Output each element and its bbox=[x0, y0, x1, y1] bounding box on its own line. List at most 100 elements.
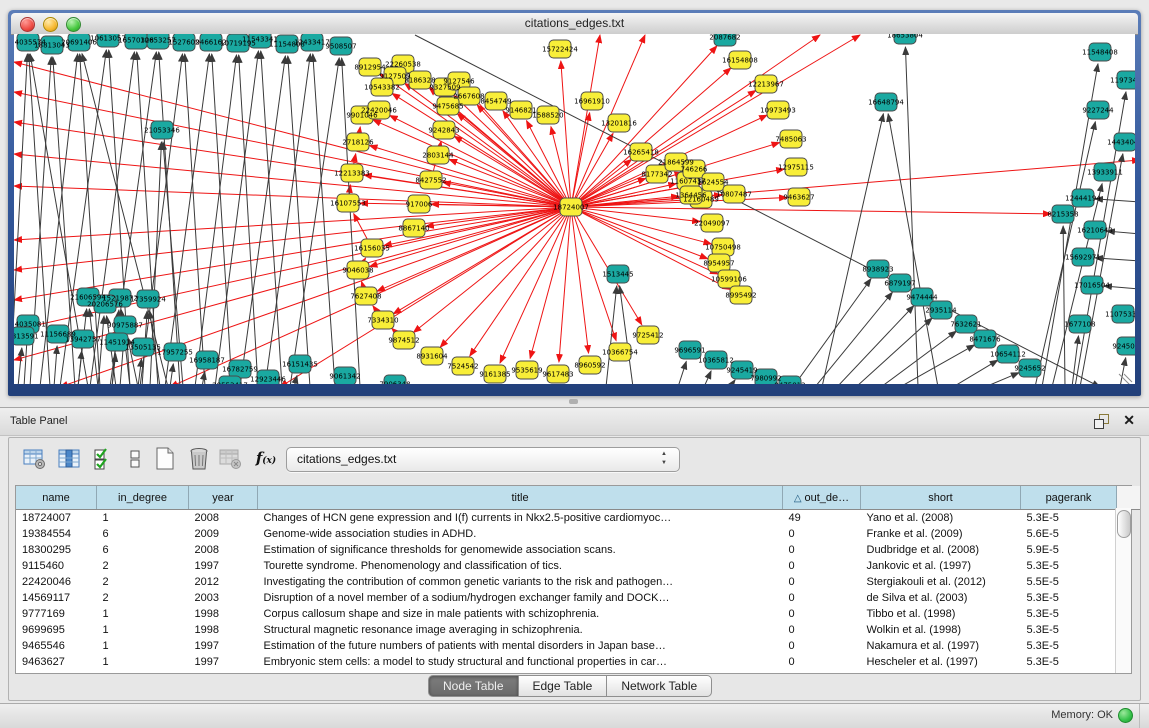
panel-splitter[interactable] bbox=[0, 396, 1149, 407]
cell-in_degree[interactable]: 6 bbox=[97, 542, 189, 558]
cell-pagerank[interactable]: 5.3E-5 bbox=[1021, 590, 1117, 606]
new-table-button[interactable] bbox=[151, 445, 179, 473]
zoom-window-button[interactable] bbox=[66, 17, 81, 32]
graph-edge[interactable] bbox=[454, 136, 571, 207]
graph-edge[interactable] bbox=[678, 361, 686, 384]
cell-title[interactable]: Corpus callosum shape and size in male p… bbox=[258, 606, 783, 622]
cell-out_degree[interactable]: 0 bbox=[783, 526, 861, 542]
cell-in_degree[interactable]: 1 bbox=[97, 654, 189, 670]
graph-edge[interactable] bbox=[571, 207, 718, 274]
cell-title[interactable]: Estimation of the future numbers of pati… bbox=[258, 638, 783, 654]
graph-edge[interactable] bbox=[195, 55, 237, 384]
float-panel-icon[interactable] bbox=[1094, 414, 1109, 429]
cell-title[interactable]: Genome-wide association studies in ADHD. bbox=[258, 526, 783, 542]
cell-short[interactable]: Stergiakouli et al. (2012) bbox=[861, 574, 1021, 590]
cell-in_degree[interactable]: 1 bbox=[97, 510, 189, 527]
cell-year[interactable]: 2003 bbox=[189, 590, 258, 606]
graph-edge[interactable] bbox=[457, 114, 571, 207]
graph-edge[interactable] bbox=[571, 207, 1051, 214]
delete-table-button-disabled[interactable] bbox=[217, 445, 245, 473]
graph-edge[interactable] bbox=[571, 207, 589, 353]
column-header-short[interactable]: short bbox=[861, 486, 1021, 510]
cell-short[interactable]: Dudbridge et al. (2008) bbox=[861, 542, 1021, 558]
delete-button[interactable] bbox=[185, 445, 213, 473]
cell-name[interactable]: 9465546 bbox=[16, 638, 97, 654]
cell-pagerank[interactable]: 5.3E-5 bbox=[1021, 638, 1117, 654]
select-columns-button[interactable] bbox=[55, 445, 83, 473]
close-window-button[interactable] bbox=[20, 17, 35, 32]
graph-edge[interactable] bbox=[239, 55, 258, 384]
cell-pagerank[interactable]: 5.6E-5 bbox=[1021, 526, 1117, 542]
window-titlebar[interactable]: citations_edges.txt bbox=[11, 13, 1138, 35]
graph-edge[interactable] bbox=[14, 186, 571, 207]
graph-edge[interactable] bbox=[313, 54, 335, 384]
graph-edge[interactable] bbox=[449, 159, 571, 207]
graph-edge[interactable] bbox=[905, 47, 918, 384]
cell-pagerank[interactable]: 5.3E-5 bbox=[1021, 558, 1117, 574]
tab-node-table[interactable]: Node Table bbox=[428, 675, 519, 697]
cell-name[interactable]: 18724007 bbox=[16, 510, 97, 527]
cell-year[interactable]: 2008 bbox=[189, 542, 258, 558]
cell-year[interactable]: 1998 bbox=[189, 606, 258, 622]
table-row[interactable]: 1456911722003Disruption of a novel membe… bbox=[16, 590, 1140, 606]
graph-edge[interactable] bbox=[730, 380, 735, 384]
tab-network-table[interactable]: Network Table bbox=[607, 675, 712, 697]
table-selector-dropdown[interactable]: citations_edges.txt ▲▼ bbox=[286, 447, 680, 472]
cell-short[interactable]: Wolkin et al. (1998) bbox=[861, 622, 1021, 638]
table-row[interactable]: 946554611997Estimation of the future num… bbox=[16, 638, 1140, 654]
graph-edge[interactable] bbox=[1095, 258, 1135, 261]
graph-edge[interactable] bbox=[440, 207, 571, 347]
cell-year[interactable]: 1997 bbox=[189, 638, 258, 654]
cell-name[interactable]: 14569117 bbox=[16, 590, 97, 606]
graph-edge[interactable] bbox=[288, 56, 310, 384]
graph-edge[interactable] bbox=[571, 207, 642, 325]
cell-year[interactable]: 1998 bbox=[189, 622, 258, 638]
table-row[interactable]: 977716911998Corpus callosum shape and si… bbox=[16, 606, 1140, 622]
cell-pagerank[interactable]: 5.3E-5 bbox=[1021, 654, 1117, 670]
cell-title[interactable]: Structural magnetic resonance image aver… bbox=[258, 622, 783, 638]
cell-out_degree[interactable]: 0 bbox=[783, 574, 861, 590]
cell-title[interactable]: Investigating the contribution of common… bbox=[258, 574, 783, 590]
cell-short[interactable]: de Silva et al. (2003) bbox=[861, 590, 1021, 606]
column-header-title[interactable]: title bbox=[258, 486, 783, 510]
graph-edge[interactable] bbox=[815, 292, 892, 384]
graph-edge[interactable] bbox=[140, 54, 182, 384]
cell-short[interactable]: Hescheler et al. (1997) bbox=[861, 654, 1021, 670]
cell-short[interactable]: Tibbo et al. (1998) bbox=[861, 606, 1021, 622]
column-header-in_degree[interactable]: in_degree bbox=[97, 486, 189, 510]
table-row[interactable]: 946362711997Embryonic stem cells: a mode… bbox=[16, 654, 1140, 670]
table-row[interactable]: 2242004622012Investigating the contribut… bbox=[16, 574, 1140, 590]
cell-out_degree[interactable]: 0 bbox=[783, 590, 861, 606]
merge-rows-button[interactable] bbox=[121, 445, 149, 473]
cell-out_degree[interactable]: 0 bbox=[783, 558, 861, 574]
graph-edge[interactable] bbox=[1063, 226, 1065, 384]
cell-name[interactable]: 22420046 bbox=[16, 574, 97, 590]
cell-title[interactable]: Tourette syndrome. Phenomenology and cla… bbox=[258, 558, 783, 574]
cell-in_degree[interactable]: 1 bbox=[97, 622, 189, 638]
cell-year[interactable]: 1997 bbox=[189, 558, 258, 574]
graph-edge[interactable] bbox=[571, 207, 711, 244]
table-row[interactable]: 1938455462009Genome-wide association stu… bbox=[16, 526, 1140, 542]
close-panel-icon[interactable]: ✕ bbox=[1123, 412, 1135, 429]
cell-in_degree[interactable]: 2 bbox=[97, 574, 189, 590]
cell-pagerank[interactable]: 5.3E-5 bbox=[1021, 622, 1117, 638]
column-header-out_degree[interactable]: △out_de… bbox=[783, 486, 861, 510]
cell-out_degree[interactable]: 0 bbox=[783, 622, 861, 638]
graph-edge[interactable] bbox=[14, 207, 571, 270]
cell-name[interactable]: 9699695 bbox=[16, 622, 97, 638]
column-header-name[interactable]: name bbox=[16, 486, 97, 510]
cell-title[interactable]: Changes of HCN gene expression and I(f) … bbox=[258, 510, 783, 527]
graph-edge[interactable] bbox=[413, 207, 571, 333]
graph-edge[interactable] bbox=[793, 279, 871, 384]
graph-edge[interactable] bbox=[370, 207, 571, 267]
graph-edge[interactable] bbox=[1072, 336, 1078, 384]
graph-edge[interactable] bbox=[137, 52, 158, 384]
graph-edge[interactable] bbox=[606, 286, 617, 384]
cell-title[interactable]: Disruption of a novel member of a sodium… bbox=[258, 590, 783, 606]
cell-in_degree[interactable]: 6 bbox=[97, 526, 189, 542]
tab-edge-table[interactable]: Edge Table bbox=[519, 675, 608, 697]
table-row[interactable]: 1872400712008Changes of HCN gene express… bbox=[16, 510, 1140, 527]
cell-name[interactable]: 19384554 bbox=[16, 526, 97, 542]
table-settings-button[interactable] bbox=[21, 445, 49, 473]
graph-edge[interactable] bbox=[14, 154, 571, 207]
